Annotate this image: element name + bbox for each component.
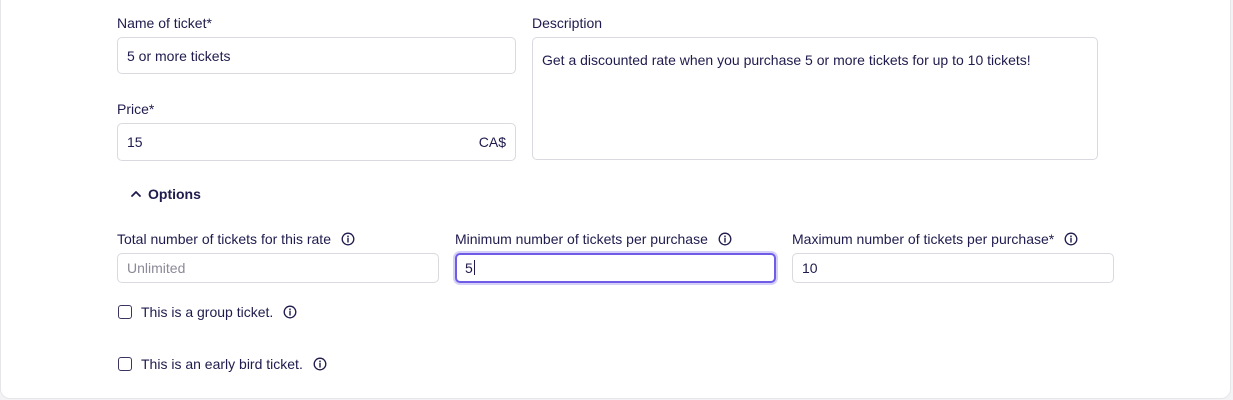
group-ticket-checkbox[interactable] (118, 305, 132, 319)
text-caret (473, 260, 475, 275)
min-tickets-input[interactable]: 5 (455, 253, 776, 283)
total-tickets-input[interactable]: Unlimited (117, 253, 439, 283)
early-bird-label-text: This is an early bird ticket. (141, 356, 303, 372)
min-tickets-value: 5 (465, 260, 473, 276)
early-bird-checkbox[interactable] (118, 357, 132, 371)
min-tickets-label-text: Minimum number of tickets per purchase (455, 231, 708, 247)
info-icon[interactable] (341, 232, 355, 246)
price-input[interactable]: 15 CA$ (117, 123, 516, 161)
group-ticket-label-text: This is a group ticket. (141, 304, 274, 320)
min-tickets-label: Minimum number of tickets per purchase (455, 230, 732, 248)
max-tickets-label-text: Maximum number of tickets per purchase* (792, 231, 1055, 247)
early-bird-label: This is an early bird ticket. (141, 355, 327, 373)
info-icon[interactable] (1064, 232, 1078, 246)
ticket-name-label: Name of ticket* (117, 15, 212, 31)
options-toggle-label: Options (148, 186, 201, 202)
description-label: Description (532, 15, 603, 31)
total-tickets-label-text: Total number of tickets for this rate (117, 231, 331, 247)
chevron-up-icon (131, 191, 141, 197)
ticket-name-value: 5 or more tickets (127, 47, 231, 64)
info-icon[interactable] (313, 357, 327, 371)
info-icon[interactable] (718, 232, 732, 246)
info-icon[interactable] (283, 305, 297, 319)
max-tickets-input[interactable]: 10 (792, 253, 1114, 283)
total-tickets-placeholder: Unlimited (127, 260, 186, 276)
total-tickets-label: Total number of tickets for this rate (117, 230, 355, 248)
ticket-name-input[interactable]: 5 or more tickets (117, 37, 516, 74)
description-value: Get a discounted rate when you purchase … (542, 52, 1031, 68)
price-label: Price* (117, 101, 155, 117)
options-toggle-button[interactable]: Options (130, 186, 201, 202)
price-value: 15 (127, 134, 143, 150)
max-tickets-label: Maximum number of tickets per purchase* (792, 230, 1078, 248)
description-textarea[interactable]: Get a discounted rate when you purchase … (532, 37, 1098, 160)
group-ticket-label: This is a group ticket. (141, 303, 297, 321)
max-tickets-value: 10 (802, 260, 818, 276)
currency-suffix: CA$ (478, 134, 506, 150)
min-tickets-value-wrap: 5 (465, 260, 475, 276)
